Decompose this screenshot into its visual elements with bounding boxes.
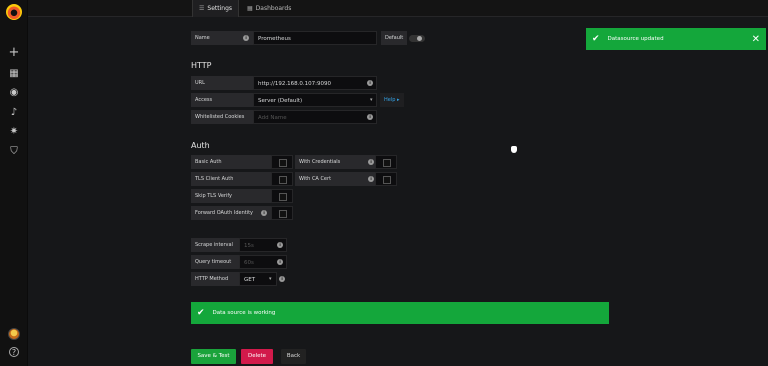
tab-dashboards-label: Dashboards — [255, 5, 292, 12]
plus-icon[interactable]: + — [8, 46, 20, 59]
scrape-interval-label: Scrape interval — [191, 238, 239, 252]
sidebar: + ▦ ◉ ♪ ✷ ⛉ ? — [0, 0, 28, 366]
shield-icon[interactable]: ⛉ — [8, 146, 20, 158]
with-credentials-checkbox[interactable] — [375, 155, 397, 169]
tab-bar: ☰ Settings ▦ Dashboards — [28, 0, 768, 17]
auth-heading: Auth — [191, 141, 210, 150]
tls-client-auth-checkbox[interactable] — [271, 172, 293, 186]
query-timeout-label: Query timeout — [191, 255, 239, 269]
whitelisted-cookies-label: Whitelisted Cookies — [191, 110, 253, 124]
tab-dashboards[interactable]: ▦ Dashboards — [247, 0, 291, 17]
bell-icon[interactable]: ♪ — [8, 107, 20, 119]
gear-icon[interactable]: ✷ — [8, 126, 20, 138]
forward-oauth-checkbox[interactable] — [271, 206, 293, 220]
basic-auth-checkbox[interactable] — [271, 155, 293, 169]
explore-compass-icon[interactable]: ◉ — [8, 87, 20, 99]
default-toggle[interactable] — [409, 35, 425, 42]
url-input[interactable]: http://192.168.0.107:9090 — [253, 76, 377, 90]
grid-icon: ▦ — [247, 5, 253, 12]
with-ca-cert-label: With CA Cert — [295, 172, 375, 186]
close-icon[interactable]: ✕ — [752, 34, 760, 45]
alert-message: Data source is working — [212, 310, 276, 316]
info-icon[interactable]: i — [367, 114, 373, 120]
avatar[interactable] — [8, 328, 20, 340]
name-input[interactable]: Prometheus — [253, 31, 377, 45]
success-alert: ✔ Data source is working — [191, 302, 609, 324]
mouse-cursor — [511, 146, 517, 153]
forward-oauth-label: Forward OAuth Identity — [191, 206, 271, 220]
access-select[interactable]: Server (Default) — [253, 93, 377, 107]
with-credentials-label: With Credentials — [295, 155, 375, 169]
info-icon[interactable]: i — [261, 210, 267, 216]
check-icon: ✔ — [197, 308, 205, 318]
skip-tls-verify-checkbox[interactable] — [271, 189, 293, 203]
basic-auth-label: Basic Auth — [191, 155, 271, 169]
grafana-logo-icon[interactable] — [6, 4, 22, 20]
tab-settings[interactable]: ☰ Settings — [192, 0, 239, 17]
tab-settings-label: Settings — [207, 5, 232, 12]
dashboards-grid-icon[interactable]: ▦ — [8, 68, 20, 80]
help-link[interactable]: Help ▸ — [380, 93, 404, 107]
sliders-icon: ☰ — [199, 5, 205, 12]
with-ca-cert-checkbox[interactable] — [375, 172, 397, 186]
caret-down-icon: ▾ — [269, 276, 272, 282]
toast-notification: ✔ Datasource updated ✕ — [586, 28, 766, 50]
info-icon[interactable]: i — [279, 276, 285, 282]
caret-down-icon: ▾ — [370, 97, 373, 103]
tls-client-auth-label: TLS Client Auth — [191, 172, 271, 186]
whitelisted-cookies-input[interactable]: Add Name — [253, 110, 377, 124]
info-icon[interactable]: i — [368, 159, 374, 165]
check-icon: ✔ — [592, 34, 600, 44]
help-icon[interactable]: ? — [9, 347, 19, 357]
url-label: URL — [191, 76, 253, 90]
save-test-button[interactable]: Save & Test — [191, 349, 236, 364]
access-label: Access — [191, 93, 253, 107]
info-icon[interactable]: i — [277, 259, 283, 265]
http-method-label: HTTP Method — [191, 272, 239, 286]
toast-message: Datasource updated — [607, 36, 664, 42]
back-button[interactable]: Back — [281, 349, 306, 364]
http-heading: HTTP — [191, 61, 212, 70]
info-icon[interactable]: i — [277, 242, 283, 248]
delete-button[interactable]: Delete — [241, 349, 273, 364]
skip-tls-verify-label: Skip TLS Verify — [191, 189, 271, 203]
default-label: Default — [381, 31, 407, 45]
info-icon[interactable]: i — [367, 80, 373, 86]
info-icon[interactable]: i — [243, 35, 249, 41]
info-icon[interactable]: i — [368, 176, 374, 182]
